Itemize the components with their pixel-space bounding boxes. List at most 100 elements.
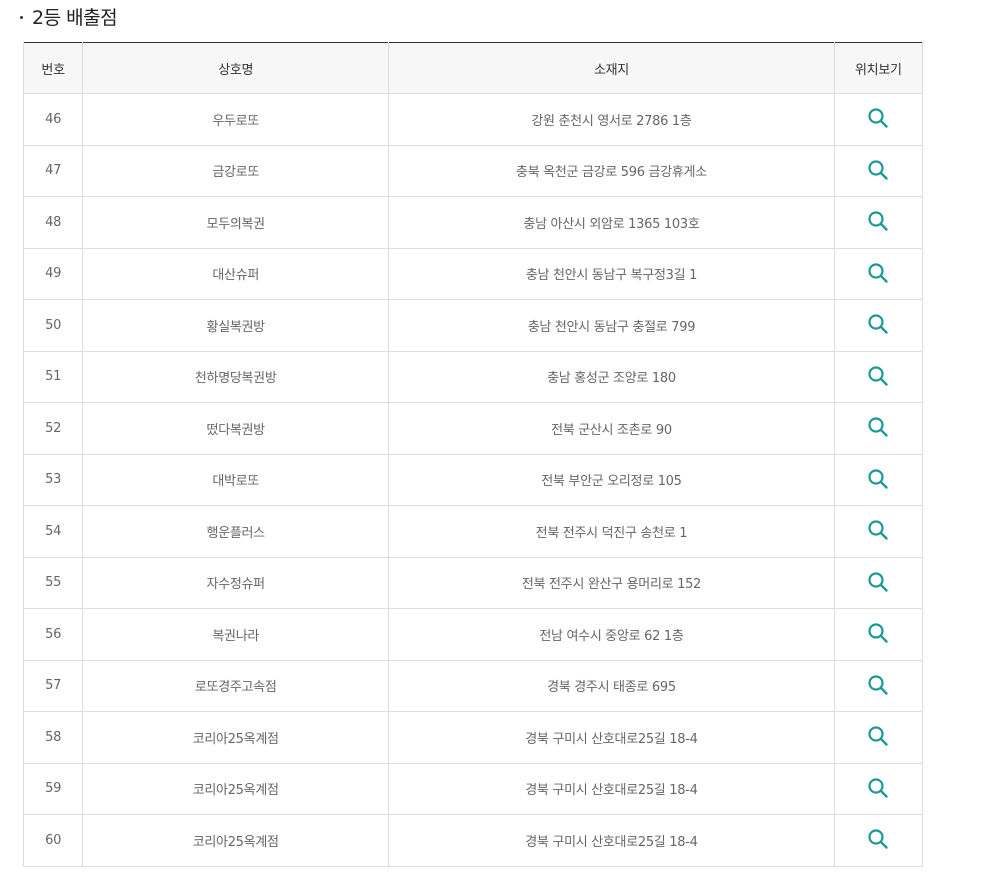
winning-stores-table: 번호 상호명 소재지 위치보기 46 우두로또 강원 춘천시 영서로 2786 1층… bbox=[22, 42, 924, 867]
table-row: 55 자수정슈퍼 전북 전주시 완산구 용머리로 152 bbox=[22, 557, 924, 609]
cell-address: 전북 전주시 덕진구 송천로 1 bbox=[388, 505, 835, 558]
table-row: 46 우두로또 강원 춘천시 영서로 2786 1층 bbox=[22, 93, 924, 146]
table-row: 56 복권나라 전남 여수시 중앙로 62 1층 bbox=[22, 608, 924, 661]
cell-number: 54 bbox=[22, 505, 83, 558]
cell-view-location bbox=[833, 454, 924, 506]
table-row: 58 코리아25옥계점 경북 구미시 산호대로25길 18-4 bbox=[22, 711, 924, 764]
cell-address: 충남 홍성군 조양로 180 bbox=[388, 351, 835, 403]
cell-number: 47 bbox=[22, 145, 83, 197]
section-title-text: 2등 배출점 bbox=[32, 6, 118, 29]
search-icon[interactable] bbox=[867, 159, 889, 181]
cell-address: 전남 여수시 중앙로 62 1층 bbox=[388, 608, 835, 661]
view-location-button[interactable] bbox=[865, 826, 891, 852]
cell-address: 전북 전주시 완산구 용머리로 152 bbox=[388, 557, 835, 609]
search-icon[interactable] bbox=[867, 828, 889, 850]
header-view-location: 위치보기 bbox=[833, 42, 924, 94]
search-icon[interactable] bbox=[867, 468, 889, 490]
search-icon[interactable] bbox=[867, 571, 889, 593]
cell-store-name: 행운플러스 bbox=[82, 505, 389, 558]
cell-view-location bbox=[833, 299, 924, 352]
view-location-button[interactable] bbox=[865, 466, 891, 492]
table-row: 53 대박로또 전북 부안군 오리정로 105 bbox=[22, 454, 924, 506]
cell-address: 경북 경주시 태종로 695 bbox=[388, 660, 835, 712]
cell-store-name: 우두로또 bbox=[82, 93, 389, 146]
cell-number: 60 bbox=[22, 814, 83, 867]
cell-view-location bbox=[833, 505, 924, 558]
cell-store-name: 황실복권방 bbox=[82, 299, 389, 352]
cell-view-location bbox=[833, 814, 924, 867]
cell-number: 46 bbox=[22, 93, 83, 146]
view-location-button[interactable] bbox=[865, 311, 891, 337]
view-location-button[interactable] bbox=[865, 517, 891, 543]
search-icon[interactable] bbox=[867, 365, 889, 387]
view-location-button[interactable] bbox=[865, 363, 891, 389]
table-row: 59 코리아25옥계점 경북 구미시 산호대로25길 18-4 bbox=[22, 763, 924, 815]
header-store-name: 상호명 bbox=[82, 42, 389, 94]
bullet-icon bbox=[20, 16, 23, 19]
cell-number: 56 bbox=[22, 608, 83, 661]
cell-store-name: 복권나라 bbox=[82, 608, 389, 661]
table-row: 54 행운플러스 전북 전주시 덕진구 송천로 1 bbox=[22, 505, 924, 558]
search-icon[interactable] bbox=[867, 107, 889, 129]
table-body: 46 우두로또 강원 춘천시 영서로 2786 1층 47 금강로또 충북 옥천군 금강로… bbox=[22, 93, 924, 867]
view-location-button[interactable] bbox=[865, 208, 891, 234]
view-location-button[interactable] bbox=[865, 105, 891, 131]
cell-store-name: 로또경주고속점 bbox=[82, 660, 389, 712]
view-location-button[interactable] bbox=[865, 260, 891, 286]
cell-address: 강원 춘천시 영서로 2786 1층 bbox=[388, 93, 835, 146]
cell-view-location bbox=[833, 608, 924, 661]
cell-view-location bbox=[833, 763, 924, 815]
search-icon[interactable] bbox=[867, 313, 889, 335]
search-icon[interactable] bbox=[867, 416, 889, 438]
cell-store-name: 대박로또 bbox=[82, 454, 389, 506]
cell-address: 경북 구미시 산호대로25길 18-4 bbox=[388, 711, 835, 764]
cell-view-location bbox=[833, 557, 924, 609]
view-location-button[interactable] bbox=[865, 620, 891, 646]
search-icon[interactable] bbox=[867, 622, 889, 644]
view-location-button[interactable] bbox=[865, 157, 891, 183]
table-row: 60 코리아25옥계점 경북 구미시 산호대로25길 18-4 bbox=[22, 814, 924, 867]
cell-store-name: 자수정슈퍼 bbox=[82, 557, 389, 609]
search-icon[interactable] bbox=[867, 262, 889, 284]
cell-address: 경북 구미시 산호대로25길 18-4 bbox=[388, 814, 835, 867]
search-icon[interactable] bbox=[867, 725, 889, 747]
cell-address: 충남 아산시 외암로 1365 103호 bbox=[388, 196, 835, 249]
cell-address: 충남 천안시 동남구 충절로 799 bbox=[388, 299, 835, 352]
view-location-button[interactable] bbox=[865, 569, 891, 595]
view-location-button[interactable] bbox=[865, 723, 891, 749]
table-header-row: 번호 상호명 소재지 위치보기 bbox=[22, 42, 924, 94]
search-icon[interactable] bbox=[867, 519, 889, 541]
table-row: 52 떴다복권방 전북 군산시 조촌로 90 bbox=[22, 402, 924, 455]
view-location-button[interactable] bbox=[865, 672, 891, 698]
section-title: 2등 배출점 bbox=[20, 2, 118, 30]
cell-number: 55 bbox=[22, 557, 83, 609]
cell-view-location bbox=[833, 93, 924, 146]
cell-number: 57 bbox=[22, 660, 83, 712]
cell-view-location bbox=[833, 351, 924, 403]
header-address: 소재지 bbox=[388, 42, 835, 94]
cell-view-location bbox=[833, 711, 924, 764]
table-row: 47 금강로또 충북 옥천군 금강로 596 금강휴게소 bbox=[22, 145, 924, 197]
cell-address: 전북 부안군 오리정로 105 bbox=[388, 454, 835, 506]
winning-stores-table-container: 번호 상호명 소재지 위치보기 46 우두로또 강원 춘천시 영서로 2786 1층… bbox=[22, 42, 924, 867]
header-number: 번호 bbox=[22, 42, 83, 94]
cell-view-location bbox=[833, 196, 924, 249]
cell-address: 전북 군산시 조촌로 90 bbox=[388, 402, 835, 455]
cell-store-name: 모두의복권 bbox=[82, 196, 389, 249]
table-row: 48 모두의복권 충남 아산시 외암로 1365 103호 bbox=[22, 196, 924, 249]
cell-store-name: 대산슈퍼 bbox=[82, 248, 389, 300]
cell-number: 52 bbox=[22, 402, 83, 455]
cell-store-name: 천하명당복권방 bbox=[82, 351, 389, 403]
view-location-button[interactable] bbox=[865, 775, 891, 801]
cell-store-name: 코리아25옥계점 bbox=[82, 814, 389, 867]
search-icon[interactable] bbox=[867, 210, 889, 232]
cell-store-name: 금강로또 bbox=[82, 145, 389, 197]
view-location-button[interactable] bbox=[865, 414, 891, 440]
table-row: 49 대산슈퍼 충남 천안시 동남구 복구정3길 1 bbox=[22, 248, 924, 300]
search-icon[interactable] bbox=[867, 674, 889, 696]
cell-view-location bbox=[833, 660, 924, 712]
cell-address: 충북 옥천군 금강로 596 금강휴게소 bbox=[388, 145, 835, 197]
table-row: 57 로또경주고속점 경북 경주시 태종로 695 bbox=[22, 660, 924, 712]
search-icon[interactable] bbox=[867, 777, 889, 799]
cell-number: 51 bbox=[22, 351, 83, 403]
